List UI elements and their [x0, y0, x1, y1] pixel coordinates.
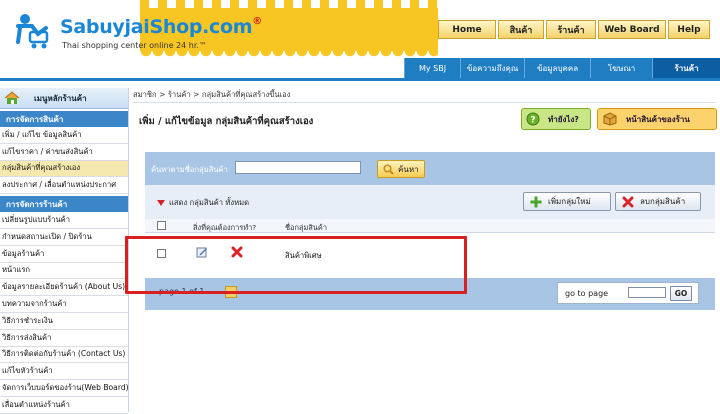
close-icon: [622, 196, 634, 207]
sidebar-item[interactable]: เปลี่ยนรูปแบบร้านค้า: [0, 212, 128, 229]
subnav-item-3[interactable]: โฆษณา: [590, 58, 652, 78]
sidebar-section-products: การจัดการสินค้า: [0, 111, 128, 127]
add-group-label: เพิ่มกลุ่มใหม่: [548, 197, 591, 206]
sidebar-item[interactable]: กำหนดสถานะเปิด / ปิดร้าน: [0, 229, 128, 246]
svg-text:?: ?: [530, 116, 535, 126]
table-header: สิ่งที่คุณต้องการทำ? ชื่อกลุ่มสินค้า: [145, 219, 715, 233]
nav-item-4[interactable]: Help: [668, 20, 710, 39]
page-title: เพิ่ม / แก้ไขข้อมูล กลุ่มสินค้าที่คุณสร้…: [139, 116, 314, 127]
sidebar-item[interactable]: วิธีการส่งสินค้า: [0, 330, 128, 347]
nav-item-3[interactable]: Web Board: [598, 20, 666, 39]
help-button-label: ทำยังไง?: [548, 114, 579, 124]
goto-page-box: go to page GO: [557, 282, 699, 304]
search-row: ค้นหาตามชื่อกลุ่มสินค้า ค้นหา: [145, 152, 715, 185]
sidebar-section-store: การจัดการร้านค้า: [0, 196, 128, 213]
home-icon: [4, 91, 20, 104]
store-products-label: หน้าสินค้าของร้าน: [626, 114, 690, 124]
sidebar-products-list: เพิ่ม / แก้ไข ข้อมูลสินค้า แก้ไขราคา / ค่…: [0, 127, 128, 195]
search-button[interactable]: ค้นหา: [377, 160, 425, 178]
plus-icon: [530, 196, 542, 207]
site-header: SabuyjaiShop.com® Thai shopping center o…: [0, 0, 720, 58]
sidebar-item[interactable]: ลงประกาศ / เลื่อนตำแหน่งประกาศ: [0, 177, 128, 195]
sidebar-store-list: เปลี่ยนรูปแบบร้านค้า กำหนดสถานะเปิด / ปิด…: [0, 212, 128, 414]
help-icon: ?: [526, 112, 540, 126]
delete-group-label: ลบกลุ่มสินค้า: [640, 197, 686, 206]
sidebar-item[interactable]: จัดการเว็บบอร์ดของร้าน(Web Board): [0, 380, 128, 397]
box-icon: [603, 112, 617, 126]
nav-item-2[interactable]: ร้านค้า: [546, 20, 596, 39]
site-logo[interactable]: SabuyjaiShop.com® Thai shopping center o…: [8, 6, 298, 54]
nav-item-1[interactable]: สินค้า: [498, 20, 544, 39]
filter-label[interactable]: แสดง กลุ่มสินค้า ทั้งหมด: [169, 197, 249, 209]
subnav-item-2[interactable]: ข้อมูลบุคคล: [524, 58, 590, 78]
delete-group-button[interactable]: ลบกลุ่มสินค้า: [615, 192, 701, 211]
add-group-button[interactable]: เพิ่มกลุ่มใหม่: [523, 192, 611, 211]
shopping-cart-icon: [16, 14, 49, 49]
search-icon: [383, 163, 394, 175]
goto-page-input[interactable]: [628, 287, 666, 298]
search-input[interactable]: [235, 161, 361, 174]
breadcrumb[interactable]: สมาชิก > ร้านค้า > กลุ่มสินค้าที่คุณสร้า…: [133, 88, 715, 103]
sidebar-item[interactable]: กลุ่มสินค้าที่คุณสร้างเอง: [0, 160, 128, 178]
highlight-annotation: [125, 236, 467, 294]
brand-name: SabuyjaiShop.com®: [60, 16, 262, 38]
help-button[interactable]: ? ทำยังไง?: [521, 108, 591, 130]
sidebar-item[interactable]: หน้าแรก: [0, 263, 128, 280]
subnav-item-1[interactable]: ข้อความถึงคุณ: [460, 58, 524, 78]
nav-item-0[interactable]: Home: [438, 20, 496, 39]
sidebar-item[interactable]: ข้อมูลร้านค้า: [0, 246, 128, 263]
sidebar-item[interactable]: บทความจากร้านค้า: [0, 296, 128, 313]
sidebar: เมนูหลักร้านค้า การจัดการสินค้า เพิ่ม / …: [0, 88, 129, 414]
brand-tagline: Thai shopping center online 24 hr.™: [62, 41, 207, 50]
sidebar-home[interactable]: เมนูหลักร้านค้า: [0, 88, 128, 109]
sidebar-home-label: เมนูหลักร้านค้า: [34, 93, 87, 103]
sidebar-item[interactable]: แก้ไขราคา / ค่าขนส่งสินค้า: [0, 144, 128, 161]
main-nav: Home สินค้า ร้านค้า Web Board Help: [438, 20, 710, 39]
sidebar-item[interactable]: เลื่อนตำแหน่งร้านค้า: [0, 397, 128, 414]
sub-nav: My SBJ ข้อความถึงคุณ ข้อมูลบุคคล โฆษณา ร้านค…: [404, 58, 720, 78]
sidebar-item[interactable]: แก้ไขหัวร้านค้า: [0, 363, 128, 381]
subnav-item-4[interactable]: ร้านค้า: [652, 58, 720, 78]
goto-page-label: go to page: [565, 289, 609, 298]
go-button[interactable]: GO: [670, 286, 692, 301]
subnav-item-0[interactable]: My SBJ: [404, 58, 460, 78]
search-button-label: ค้นหา: [398, 164, 419, 174]
header-divider: [0, 78, 720, 81]
store-products-button[interactable]: หน้าสินค้าของร้าน: [597, 108, 717, 130]
sidebar-item[interactable]: ข้อมูลรายละเอียดร้านค้า (About Us): [0, 279, 128, 297]
sidebar-item[interactable]: วิธีการติดต่อกับร้านค้า (Contact Us): [0, 347, 128, 364]
triangle-down-icon[interactable]: [157, 200, 165, 206]
select-all-checkbox[interactable]: [157, 221, 166, 230]
sidebar-item[interactable]: วิธีการชำระเงิน: [0, 313, 128, 330]
filter-row: แสดง กลุ่มสินค้า ทั้งหมด เพิ่มกลุ่มใหม่ …: [145, 185, 715, 219]
search-label: ค้นหาตามชื่อกลุ่มสินค้า: [151, 165, 228, 174]
sidebar-item[interactable]: เพิ่ม / แก้ไข ข้อมูลสินค้า: [0, 127, 128, 144]
